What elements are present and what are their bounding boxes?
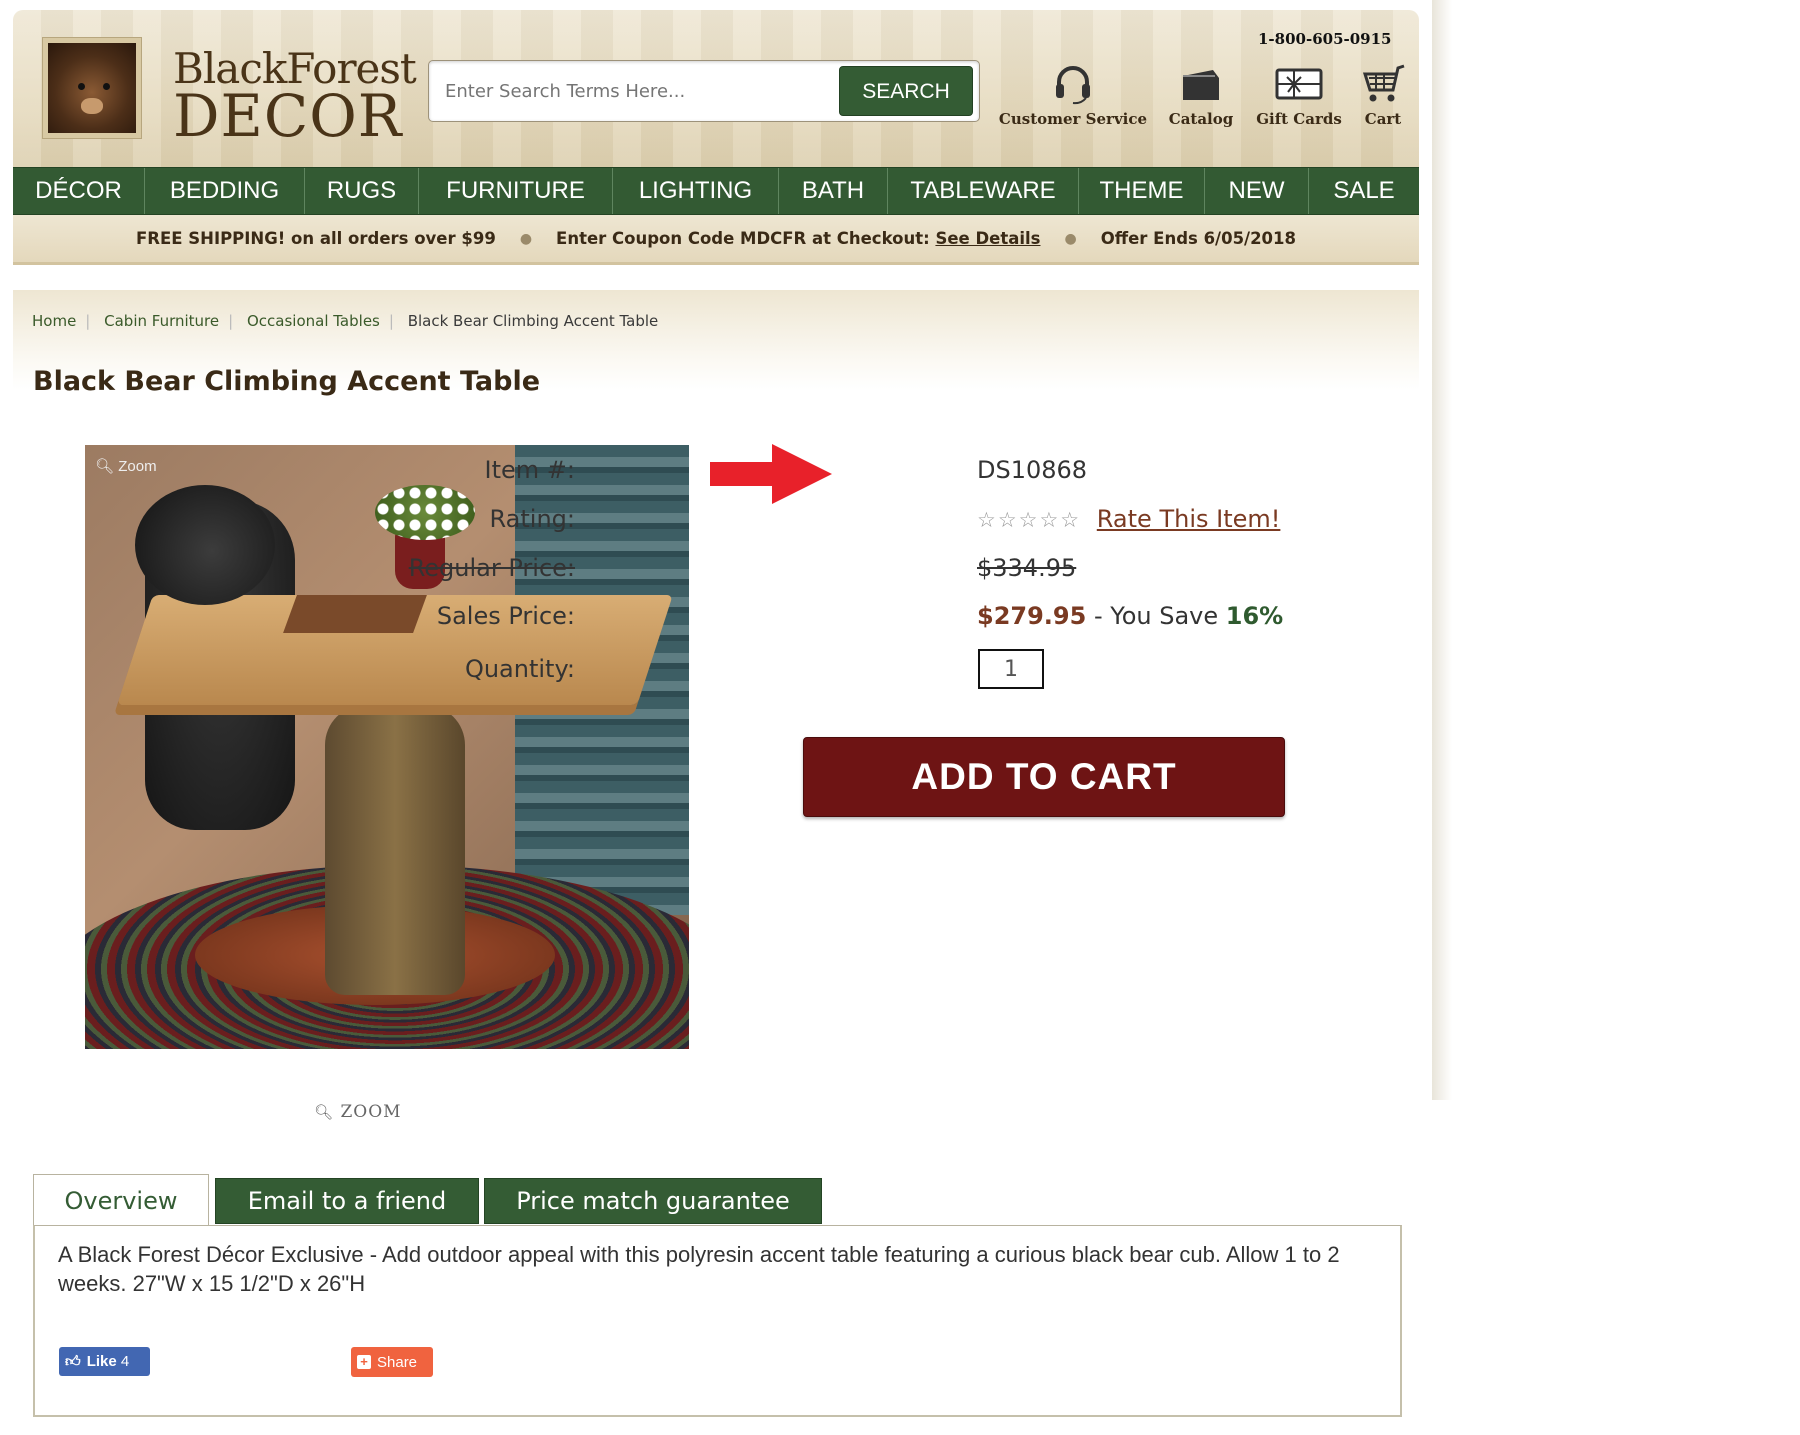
- page: BlackForest DECOR SEARCH 1-800-605-0915 …: [0, 0, 1432, 1435]
- promo-separator: ●: [519, 230, 533, 247]
- logo-eye: [103, 83, 110, 90]
- quantity-input[interactable]: [978, 649, 1044, 689]
- see-details-link[interactable]: See Details: [935, 229, 1040, 248]
- gift-cards-link[interactable]: Gift Cards: [1249, 62, 1349, 128]
- product-title: Black Bear Climbing Accent Table: [33, 366, 541, 397]
- cart-icon: [1362, 64, 1405, 102]
- gift-cards-label: Gift Cards: [1256, 110, 1342, 128]
- tab-price-match[interactable]: Price match guarantee: [484, 1178, 822, 1224]
- sales-price-label: Sales Price:: [436, 602, 575, 630]
- image-flowers: [375, 485, 475, 540]
- red-arrow-annotation: [710, 444, 832, 504]
- search-box: SEARCH: [428, 60, 980, 122]
- site-header: BlackForest DECOR SEARCH 1-800-605-0915 …: [13, 10, 1419, 167]
- image-tree-trunk: [325, 705, 465, 995]
- zoom-link[interactable]: 🔍︎ ZOOM: [314, 1102, 402, 1122]
- image-zoom-tag[interactable]: 🔍︎ Zoom: [95, 457, 157, 475]
- promo-shipping: FREE SHIPPING! on all orders over $99: [135, 229, 496, 248]
- promo-coupon: Enter Coupon Code MDCFR at Checkout:: [556, 229, 930, 248]
- image-bear-head: [135, 485, 275, 605]
- breadcrumb-occasional-tables[interactable]: Occasional Tables: [247, 312, 380, 330]
- tab-overview[interactable]: Overview: [33, 1174, 209, 1226]
- breadcrumb-current: Black Bear Climbing Accent Table: [407, 312, 659, 330]
- magnifier-icon: 🔍︎: [95, 458, 115, 475]
- catalog-label: Catalog: [1168, 110, 1234, 128]
- search-button[interactable]: SEARCH: [839, 66, 973, 116]
- magnifier-icon: 🔍︎: [314, 1103, 335, 1121]
- item-number-value: DS10868: [977, 456, 1088, 484]
- item-number-label: Item #:: [484, 456, 575, 484]
- promo-bar: FREE SHIPPING! on all orders over $99 ● …: [13, 215, 1419, 265]
- nav-new[interactable]: NEW: [1205, 168, 1309, 214]
- headset-icon: [1056, 66, 1090, 105]
- promo-offer: Offer Ends 6/05/2018: [1100, 229, 1296, 248]
- catalog-link[interactable]: Catalog: [1156, 62, 1246, 128]
- main-nav: DÉCOR BEDDING RUGS FURNITURE LIGHTING BA…: [13, 167, 1419, 215]
- nav-sale[interactable]: SALE: [1309, 168, 1419, 214]
- cart-label: Cart: [1364, 110, 1402, 128]
- bear-logo-icon[interactable]: [43, 38, 141, 138]
- nav-theme[interactable]: THEME: [1079, 168, 1205, 214]
- regular-price-label: Regular Price:: [408, 554, 575, 582]
- image-book: [283, 595, 427, 633]
- nav-tableware[interactable]: TABLEWARE: [888, 168, 1079, 214]
- customer-service-label: Customer Service: [998, 110, 1148, 128]
- sales-price-value: $279.95: [977, 602, 1087, 630]
- image-zoom-label: Zoom: [118, 458, 157, 475]
- plus-icon: +: [357, 1355, 371, 1369]
- breadcrumb: Home | Cabin Furniture | Occasional Tables…: [32, 312, 659, 330]
- like-label: Like: [86, 1353, 117, 1370]
- quantity-label: Quantity:: [464, 655, 575, 683]
- search-input[interactable]: [443, 75, 813, 107]
- gift-card-icon: [1275, 68, 1323, 100]
- nav-rugs[interactable]: RUGS: [305, 168, 419, 214]
- page-edge-shadow: [1430, 0, 1452, 1100]
- catalog-icon: [1183, 70, 1219, 100]
- product-description: A Black Forest Décor Exclusive - Add out…: [58, 1242, 1340, 1296]
- rate-this-item-link[interactable]: Rate This Item!: [1097, 505, 1281, 533]
- logo-snout: [81, 98, 103, 114]
- cart-link[interactable]: Cart: [1353, 62, 1413, 128]
- nav-furniture[interactable]: FURNITURE: [419, 168, 613, 214]
- you-save-text: - You Save: [1086, 602, 1226, 630]
- facebook-like-button[interactable]: 👍︎ Like 4: [59, 1347, 150, 1376]
- sales-price-row: $279.95 - You Save 16%: [977, 602, 1283, 630]
- zoom-link-label: ZOOM: [340, 1102, 402, 1122]
- breadcrumb-cabin-furniture[interactable]: Cabin Furniture: [104, 312, 219, 330]
- nav-decor[interactable]: DÉCOR: [13, 168, 145, 214]
- nav-lighting[interactable]: LIGHTING: [613, 168, 779, 214]
- phone-number[interactable]: 1-800-605-0915: [1258, 30, 1391, 48]
- nav-bedding[interactable]: BEDDING: [145, 168, 305, 214]
- share-button[interactable]: + Share: [351, 1347, 433, 1377]
- tab-email-friend[interactable]: Email to a friend: [215, 1178, 479, 1224]
- customer-service-link[interactable]: Customer Service: [993, 62, 1153, 128]
- breadcrumb-home[interactable]: Home: [32, 312, 76, 330]
- nav-bath[interactable]: BATH: [779, 168, 888, 214]
- rating-label: Rating:: [489, 505, 575, 533]
- share-label: Share: [377, 1353, 418, 1371]
- logo-eye: [78, 83, 85, 90]
- like-count: 4: [120, 1353, 130, 1370]
- add-to-cart-button[interactable]: ADD TO CART: [803, 737, 1285, 817]
- product-image[interactable]: 🔍︎ Zoom: [85, 445, 689, 1049]
- regular-price-value: $334.95: [977, 554, 1077, 582]
- save-percent: 16%: [1225, 602, 1284, 630]
- promo-separator: ●: [1064, 230, 1077, 247]
- rating-row: ☆☆☆☆☆ Rate This Item!: [977, 505, 1280, 533]
- logo-wordmark-bottom[interactable]: DECOR: [173, 82, 402, 150]
- thumbs-up-icon: 👍︎: [65, 1352, 81, 1370]
- rating-stars-icon[interactable]: ☆☆☆☆☆: [977, 508, 1081, 532]
